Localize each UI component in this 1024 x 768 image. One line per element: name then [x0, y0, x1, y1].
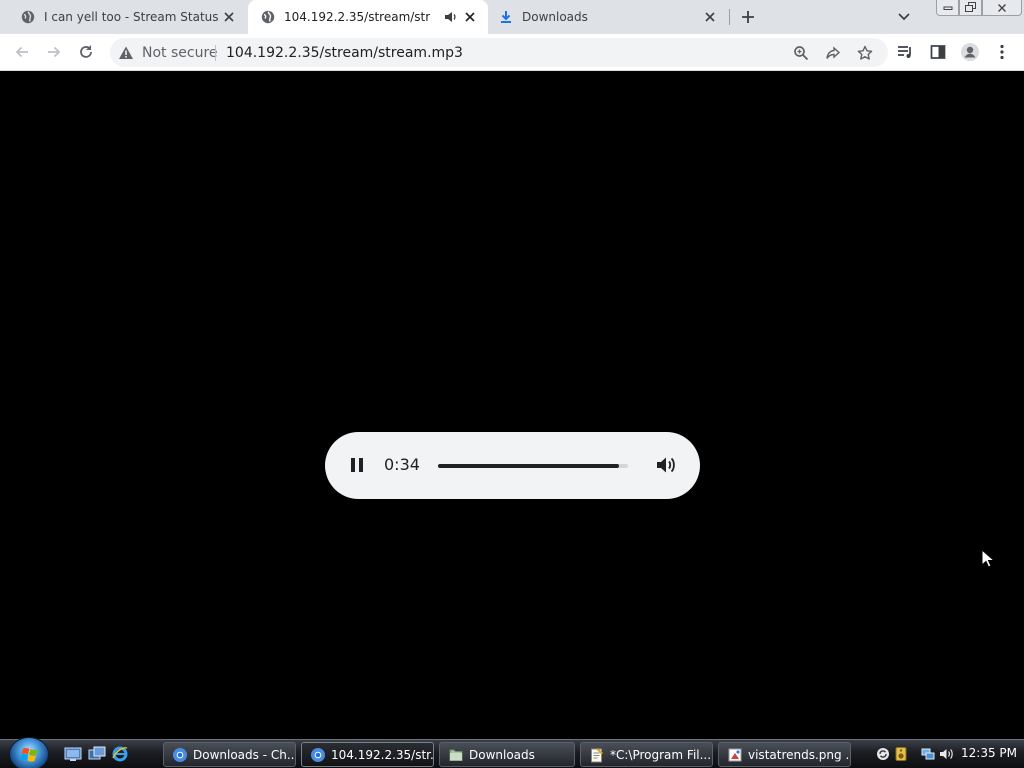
- audio-playing-icon[interactable]: [444, 10, 458, 24]
- page-content: 0:34: [0, 71, 1024, 739]
- speaker-device-icon[interactable]: [894, 746, 908, 762]
- taskbar-item-stream[interactable]: 104.192.2.35/str...: [301, 742, 434, 767]
- share-icon[interactable]: [823, 43, 843, 63]
- warning-icon[interactable]: [118, 45, 134, 61]
- tab-downloads[interactable]: Downloads: [488, 0, 728, 34]
- notepad-icon: [591, 747, 603, 762]
- browser-toolbar: Not secure 104.192.2.35/stream/stream.mp…: [0, 34, 1024, 71]
- bookmark-star-icon[interactable]: [855, 43, 875, 63]
- taskbar-item-downloads-chrome[interactable]: Downloads - Ch...: [163, 742, 296, 767]
- chrome-icon: [173, 747, 187, 762]
- close-window-button[interactable]: [982, 0, 1022, 16]
- close-tab-icon[interactable]: [702, 9, 718, 25]
- system-tray: 12:35 PM: [870, 740, 1024, 768]
- taskbar-item-paint[interactable]: vistatrends.png ...: [718, 742, 851, 767]
- task-label: Downloads: [469, 747, 535, 762]
- taskbar-item-downloads-folder[interactable]: Downloads: [439, 742, 575, 767]
- chrome-icon: [311, 747, 325, 762]
- progress-slider[interactable]: [438, 464, 628, 468]
- tab-title: I can yell too - Stream Status: [44, 10, 219, 24]
- minimize-button[interactable]: [936, 0, 959, 16]
- forward-button[interactable]: [42, 40, 66, 64]
- task-label: Downloads - Ch...: [193, 747, 296, 762]
- start-button[interactable]: [9, 737, 49, 768]
- window-controls: [936, 0, 1022, 16]
- omnibox-divider: [215, 45, 216, 61]
- tab-title: Downloads: [522, 10, 588, 24]
- globe-icon: [260, 9, 276, 25]
- security-label[interactable]: Not secure: [142, 45, 218, 61]
- tab-strip: I can yell too - Stream Status 104.192.2…: [0, 0, 1024, 34]
- sync-icon[interactable]: [876, 746, 890, 762]
- close-tab-icon[interactable]: [462, 9, 478, 25]
- more-menu-icon[interactable]: [990, 40, 1014, 64]
- volume-icon[interactable]: [655, 454, 679, 476]
- task-label: vistatrends.png ...: [748, 747, 851, 762]
- close-tab-icon[interactable]: [221, 9, 237, 25]
- mouse-cursor-icon: [981, 549, 995, 568]
- system-clock[interactable]: 12:35 PM: [961, 746, 1017, 760]
- audio-player: 0:34: [325, 432, 700, 499]
- tab-divider: [729, 9, 730, 25]
- internet-explorer-icon[interactable]: [111, 746, 129, 762]
- show-desktop-icon[interactable]: [64, 746, 82, 762]
- task-label: 104.192.2.35/str...: [331, 747, 434, 762]
- restore-button[interactable]: [959, 0, 982, 16]
- windows-taskbar: Downloads - Ch... 104.192.2.35/str... Do…: [0, 737, 1024, 768]
- current-time: 0:34: [384, 455, 420, 474]
- media-control-icon[interactable]: [894, 40, 918, 64]
- volume-tray-icon[interactable]: [939, 746, 953, 762]
- new-tab-button[interactable]: [738, 7, 758, 27]
- taskbar-item-notepad[interactable]: *C:\Program Fil...: [580, 742, 713, 767]
- tab-stream-mp3[interactable]: 104.192.2.35/stream/stream.mp3: [248, 0, 488, 34]
- reload-button[interactable]: [74, 40, 98, 64]
- switch-windows-icon[interactable]: [88, 746, 106, 762]
- side-panel-icon[interactable]: [926, 40, 950, 64]
- back-button[interactable]: [10, 40, 34, 64]
- tab-stream-status[interactable]: I can yell too - Stream Status: [0, 0, 247, 34]
- url-text[interactable]: 104.192.2.35/stream/stream.mp3: [226, 45, 463, 61]
- progress-fill: [438, 464, 620, 468]
- zoom-icon[interactable]: [791, 43, 811, 63]
- tab-title: 104.192.2.35/stream/stream.mp3: [284, 10, 430, 24]
- folder-icon: [449, 749, 463, 761]
- network-icon[interactable]: [921, 746, 935, 762]
- profile-avatar-icon[interactable]: [958, 40, 982, 64]
- paint-icon: [728, 748, 742, 761]
- download-icon: [498, 9, 514, 25]
- task-label: *C:\Program Fil...: [610, 747, 712, 762]
- address-bar[interactable]: Not secure 104.192.2.35/stream/stream.mp…: [110, 38, 888, 67]
- tab-search-chevron-icon[interactable]: [895, 9, 913, 25]
- globe-icon: [20, 9, 36, 25]
- pause-button[interactable]: [347, 454, 367, 476]
